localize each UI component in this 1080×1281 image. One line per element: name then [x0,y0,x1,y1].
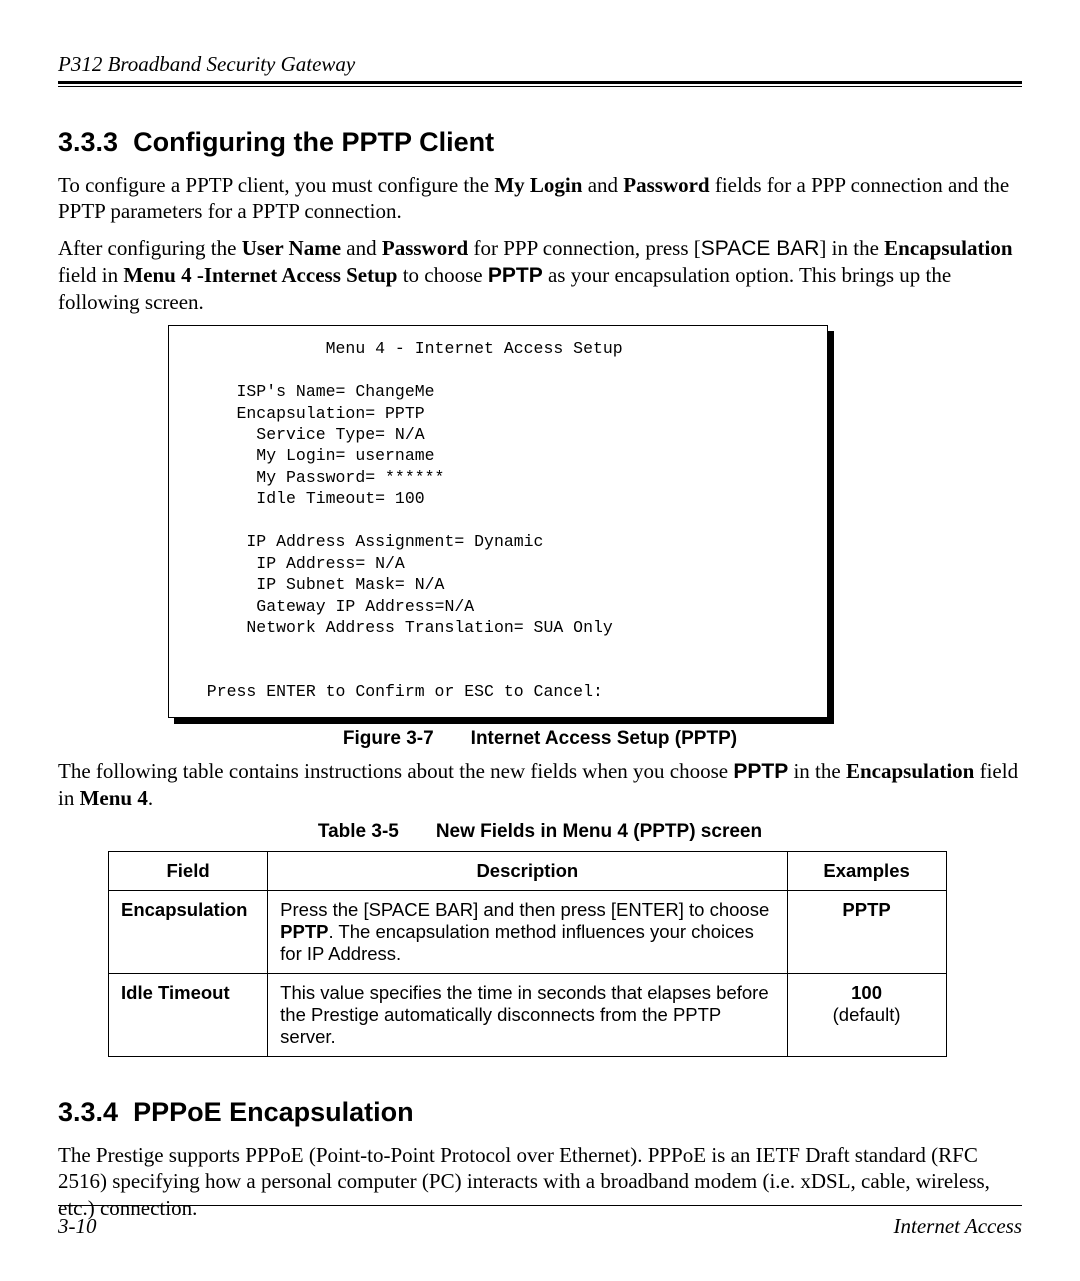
running-header: P312 Broadband Security Gateway [58,52,1022,79]
cell-example: 100 (default) [787,974,946,1057]
cell-field: Idle Timeout [109,974,268,1057]
section-title: PPPoE Encapsulation [133,1097,414,1127]
footer-rule [58,1205,1022,1206]
paragraph: To configure a PPTP client, you must con… [58,172,1022,225]
table-row: Idle Timeout This value specifies the ti… [109,974,947,1057]
page-number: 3-10 [58,1214,97,1239]
header-rule-thin [58,86,1022,87]
figure-box: Menu 4 - Internet Access Setup ISP's Nam… [168,325,828,717]
cell-field: Encapsulation [109,891,268,974]
page-footer: 3-10 Internet Access [58,1205,1022,1239]
fields-table: Field Description Examples Encapsulation… [108,851,947,1057]
col-examples: Examples [787,852,946,891]
cell-example: PPTP [787,891,946,974]
paragraph: The following table contains instruction… [58,758,1022,812]
cell-description: Press the [SPACE BAR] and then press [EN… [268,891,787,974]
page: P312 Broadband Security Gateway 3.3.3 Co… [0,0,1080,1281]
figure-terminal-screen: Menu 4 - Internet Access Setup ISP's Nam… [168,325,828,717]
table-row: Encapsulation Press the [SPACE BAR] and … [109,891,947,974]
footer-section: Internet Access [894,1214,1022,1239]
section-number: 3.3.4 [58,1097,118,1127]
cell-description: This value specifies the time in seconds… [268,974,787,1057]
col-description: Description [268,852,787,891]
section-heading-pppoe: 3.3.4 PPPoE Encapsulation [58,1097,1022,1128]
section-number: 3.3.3 [58,127,118,157]
paragraph: After configuring the User Name and Pass… [58,235,1022,316]
section-title: Configuring the PPTP Client [133,127,494,157]
header-rule [58,81,1022,84]
col-field: Field [109,852,268,891]
section-heading-pptp-client: 3.3.3 Configuring the PPTP Client [58,127,1022,158]
table-header-row: Field Description Examples [109,852,947,891]
table-caption: Table 3-5 New Fields in Menu 4 (PPTP) sc… [58,821,1022,843]
figure-caption: Figure 3-7 Internet Access Setup (PPTP) [58,728,1022,750]
